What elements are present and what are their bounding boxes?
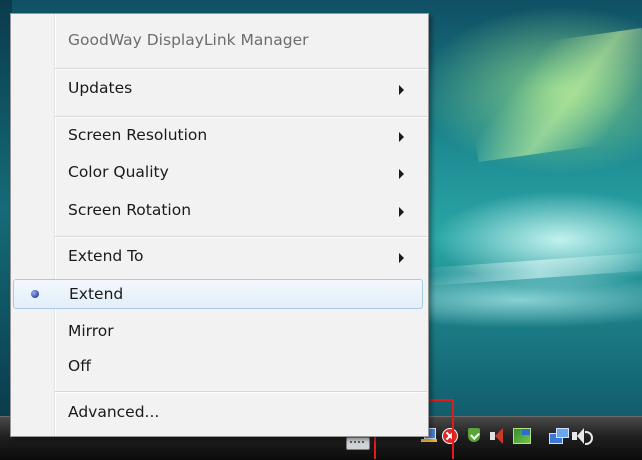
menu-item-label: Mirror [68, 322, 114, 340]
menu-item-label: Advanced... [68, 403, 160, 421]
wallpaper-streak [463, 28, 642, 162]
submenu-arrow-icon [399, 85, 404, 95]
wallpaper-band [419, 251, 642, 287]
menu-item-label: Screen Rotation [68, 201, 192, 219]
submenu-arrow-icon [399, 132, 404, 142]
menu-item-label: Extend [69, 285, 124, 303]
menu-item-label: Extend To [68, 247, 144, 265]
menu-item-off[interactable]: Off [11, 351, 428, 383]
menu-item-mirror[interactable]: Mirror [11, 316, 428, 348]
menu-item-screen-rotation[interactable]: Screen Rotation [11, 195, 428, 227]
menu-separator [55, 68, 427, 70]
menu-item-label: Off [68, 357, 91, 375]
menu-item-advanced[interactable]: Advanced... [11, 397, 428, 429]
menu-header-label: GoodWay DisplayLink Manager [68, 31, 309, 49]
submenu-arrow-icon [399, 253, 404, 263]
keyboard-icon[interactable] [346, 437, 370, 450]
speaker-alert-icon[interactable] [488, 428, 506, 444]
menu-item-label: Updates [68, 79, 133, 97]
submenu-arrow-icon [399, 207, 404, 217]
submenu-arrow-icon [399, 169, 404, 179]
menu-item-label: Color Quality [68, 163, 169, 181]
menu-item-screen-resolution[interactable]: Screen Resolution [11, 120, 428, 152]
menu-item-extend[interactable]: Extend [13, 279, 423, 309]
volume-icon[interactable] [571, 428, 593, 445]
menu-item-color-quality[interactable]: Color Quality [11, 157, 428, 189]
shield-icon[interactable] [466, 428, 482, 445]
app-icon[interactable] [513, 428, 531, 444]
display-link-icon[interactable] [549, 428, 569, 445]
menu-separator [55, 236, 427, 238]
menu-header: GoodWay DisplayLink Manager [11, 25, 428, 57]
menu-separator [55, 391, 427, 393]
context-menu: GoodWay DisplayLink Manager Updates Scre… [10, 13, 429, 437]
radio-checked-icon [31, 290, 39, 298]
menu-separator [55, 116, 427, 118]
menu-item-updates[interactable]: Updates [11, 73, 428, 105]
menu-item-label: Screen Resolution [68, 126, 208, 144]
menu-item-extend-to[interactable]: Extend To [11, 241, 428, 273]
